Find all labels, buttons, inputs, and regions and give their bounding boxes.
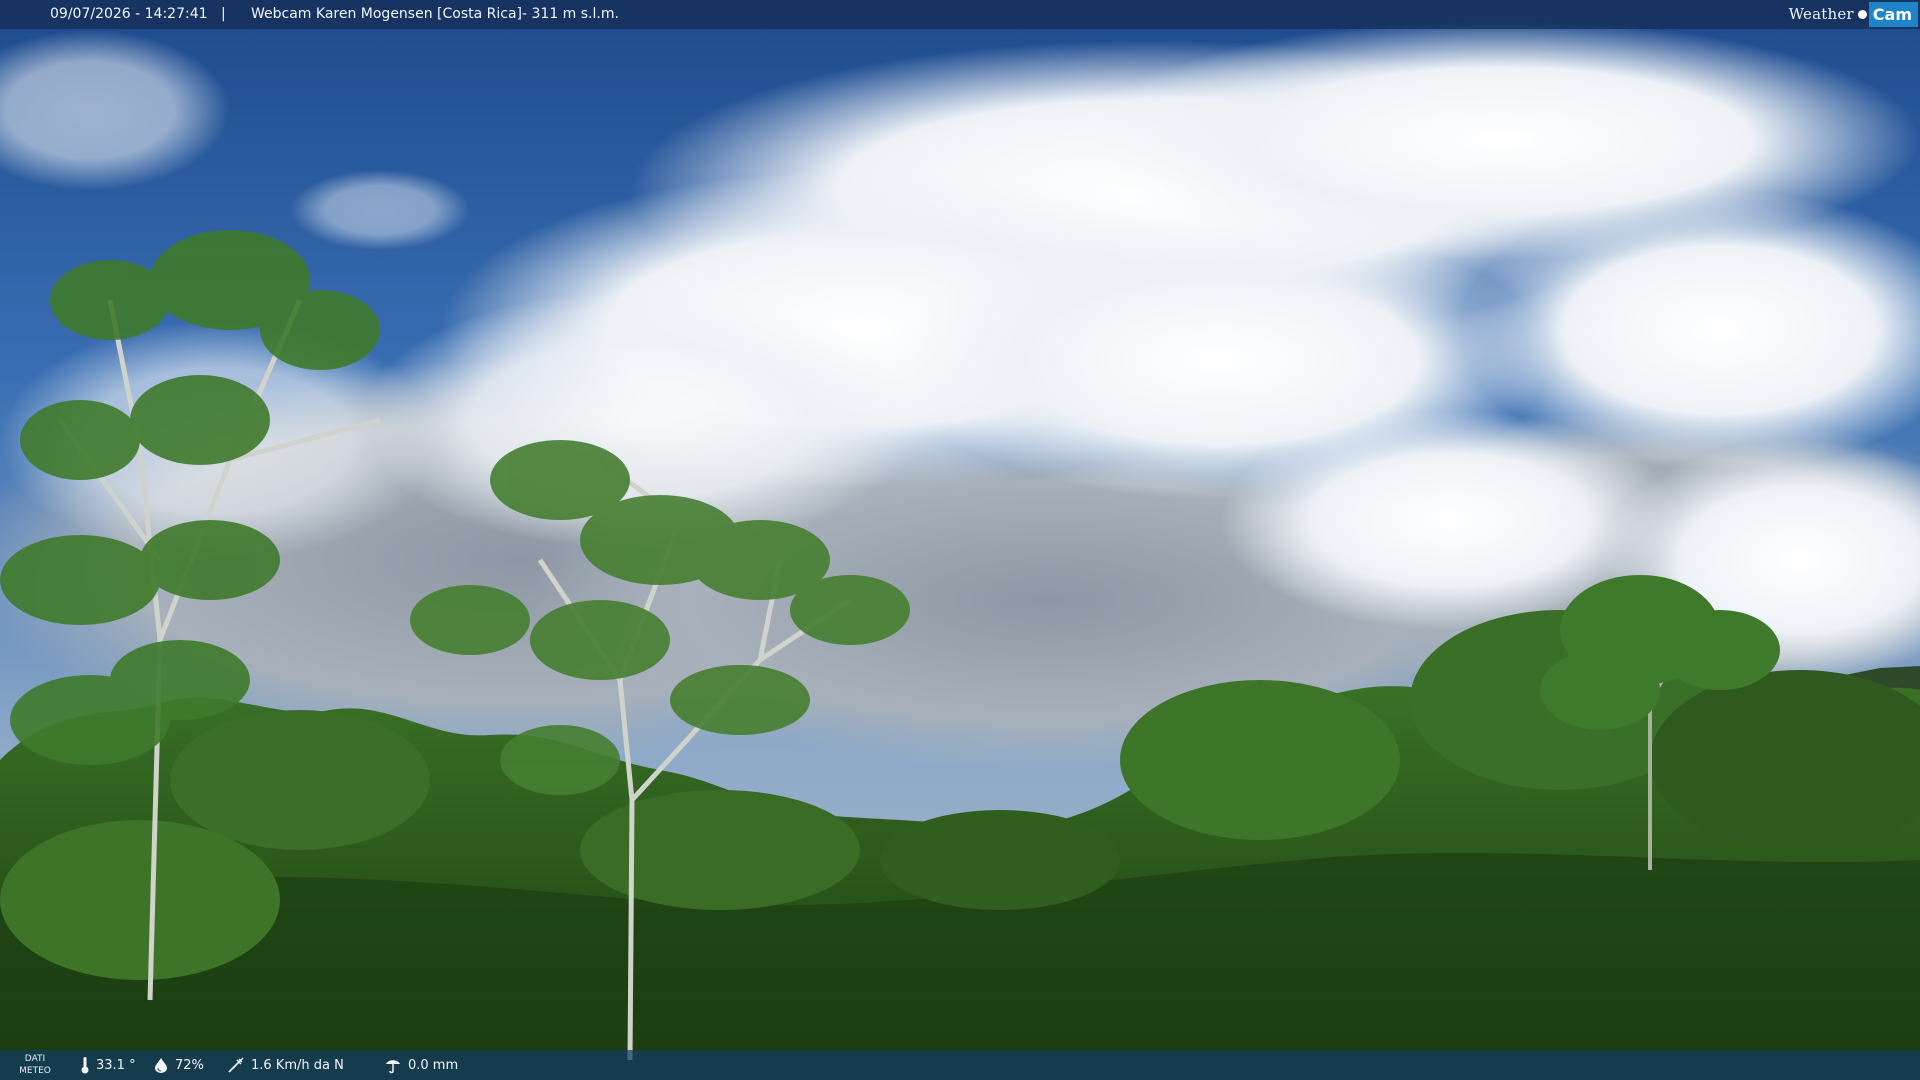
webcam-image <box>0 0 1920 1080</box>
wind-value: 1.6 Km/h da N <box>251 1057 344 1073</box>
rain-gauge-icon <box>386 1060 400 1074</box>
wind-icon <box>228 1057 244 1073</box>
weather-label-line2: METEO <box>19 1066 51 1076</box>
weathercam-logo: Weather Cam <box>1789 0 1920 29</box>
logo-badge: Cam <box>1868 2 1918 27</box>
capture-datetime: 09/07/2026 - 14:27:41 <box>50 6 208 22</box>
altitude-label: - 311 m s.l.m. <box>522 6 619 22</box>
humidity-reading: 72% <box>153 1050 204 1080</box>
weather-data-label: DATI METEO <box>16 1053 54 1077</box>
logo-word: Weather <box>1788 5 1854 23</box>
temperature-value: 33.1 ° <box>96 1057 136 1073</box>
webcam-info-bar: 09/07/2026 - 14:27:41 | Webcam Karen Mog… <box>0 0 1920 29</box>
humidity-drop-icon <box>155 1058 167 1073</box>
wind-reading: 1.6 Km/h da N <box>227 1050 344 1080</box>
temperature-reading: 33.1 ° <box>80 1050 136 1080</box>
weather-label-line1: DATI <box>24 1054 46 1064</box>
rain-value: 0.0 mm <box>408 1057 459 1073</box>
weather-data-bar: DATI METEO 33.1 ° 72% 1.6 Km/h da N 0.0 … <box>0 1050 1920 1080</box>
thermometer-icon <box>81 1057 89 1074</box>
logo-dot-icon <box>1857 10 1867 19</box>
rain-reading: 0.0 mm <box>384 1050 458 1080</box>
humidity-value: 72% <box>175 1057 204 1073</box>
webcam-frame: 09/07/2026 - 14:27:41 | Webcam Karen Mog… <box>0 0 1920 1080</box>
webcam-title: Webcam Karen Mogensen [Costa Rica] <box>251 6 523 22</box>
info-separator: | <box>221 6 226 22</box>
